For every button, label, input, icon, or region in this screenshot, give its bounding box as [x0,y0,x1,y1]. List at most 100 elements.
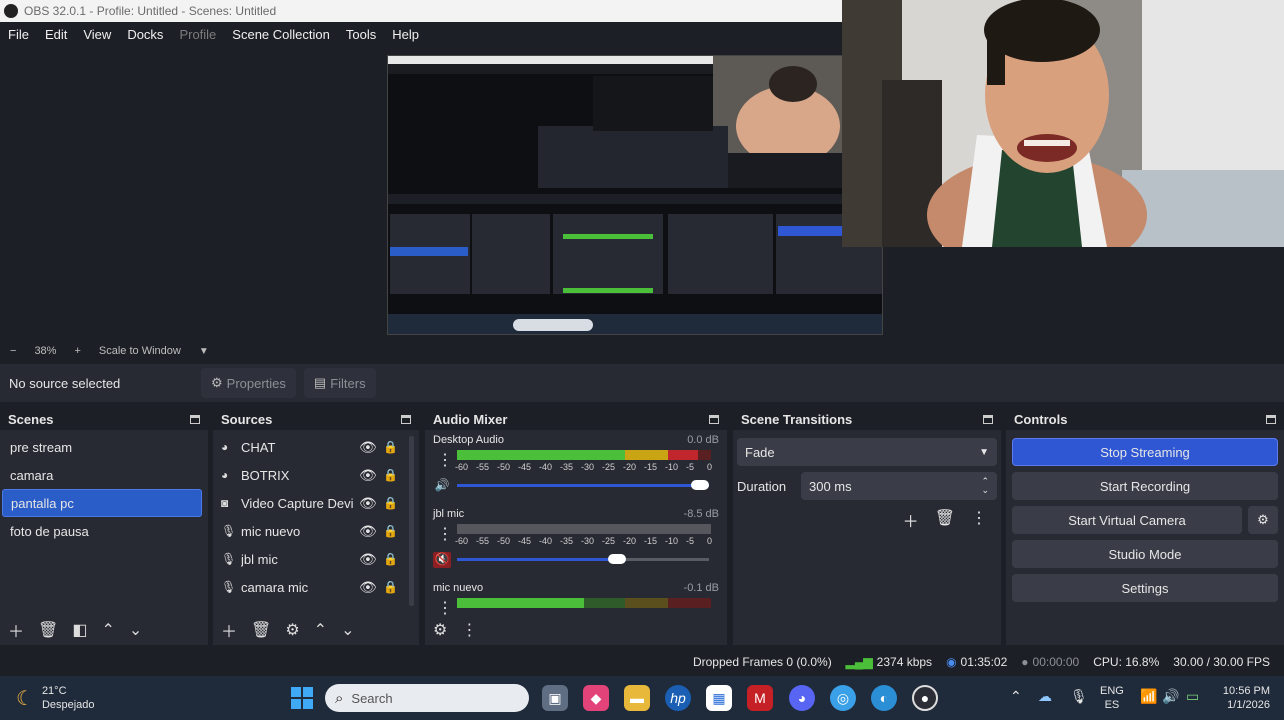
taskbar-search[interactable]: ⌕ Search [325,684,529,712]
source-item[interactable]: ◕ CHAT 👁 🔒 [213,433,419,461]
menu-tools[interactable]: Tools [346,27,376,42]
windows-start-icon[interactable] [289,685,315,711]
start-recording-button[interactable]: Start Recording [1012,472,1278,500]
menu-scene-collection[interactable]: Scene Collection [232,27,330,42]
volume-slider[interactable] [457,554,709,564]
preview-canvas[interactable] [387,55,883,335]
source-item[interactable]: 🎙 jbl mic 👁 🔒 [213,545,419,573]
undock-icon[interactable] [709,414,719,424]
stop-streaming-button[interactable]: Stop Streaming [1012,438,1278,466]
menu-docks[interactable]: Docks [127,27,163,42]
dropped-frames: Dropped Frames 0 (0.0%) [692,655,832,669]
source-properties-button[interactable]: ⚙ [285,620,299,640]
remove-scene-button[interactable]: 🗑 [38,620,58,640]
edge-icon[interactable]: ◐ [871,685,897,711]
move-scene-down-button[interactable]: ⌄ [129,620,142,640]
scene-item[interactable]: pre stream [0,433,208,461]
obs-taskbar-icon[interactable]: ● [912,685,938,711]
menu-file[interactable]: File [8,27,29,42]
file-explorer-icon[interactable]: ▬ [624,685,650,711]
lock-icon[interactable]: 🔒 [383,440,398,454]
filters-button[interactable]: ▤ Filters [303,368,376,398]
move-scene-up-button[interactable]: ⌃ [101,620,114,640]
menu-view[interactable]: View [83,27,111,42]
chrome-icon[interactable]: ◎ [830,685,856,711]
transition-select[interactable]: Fade ▼ [737,438,997,466]
lock-icon[interactable]: 🔒 [383,552,398,566]
scale-mode-dropdown[interactable]: ▼ [199,346,209,357]
menu-edit[interactable]: Edit [45,27,67,42]
source-item[interactable]: 🎙 camara mic 👁 🔒 [213,573,419,601]
move-source-up-button[interactable]: ⌃ [314,620,327,640]
zoom-in-button[interactable]: + [74,345,80,357]
controls-buttons: Stop Streaming Start Recording Start Vir… [1006,430,1284,602]
add-source-button[interactable]: ＋ [221,618,237,642]
channel-menu-icon[interactable]: ⋮ [437,524,453,544]
scale-tick: -5 [686,462,695,472]
discord-icon[interactable]: ◕ [789,685,815,711]
add-transition-button[interactable]: ＋ [903,508,919,532]
zoom-out-button[interactable]: − [10,345,16,357]
settings-button[interactable]: Settings [1012,574,1278,602]
duration-input[interactable]: 300 ms ⌃ ⌄ [801,472,997,500]
move-source-down-button[interactable]: ⌄ [341,620,354,640]
speaker-icon[interactable]: 🔊 [433,478,451,494]
transition-menu-button[interactable]: ⋮ [971,508,987,532]
task-view-icon[interactable]: ▣ [542,685,568,711]
remove-source-button[interactable]: 🗑 [251,620,271,640]
volume-slider-handle[interactable] [607,554,626,564]
undock-icon[interactable] [190,414,200,424]
visibility-eye-icon[interactable]: 👁 [359,579,377,596]
studio-mode-button[interactable]: Studio Mode [1012,540,1278,568]
source-item[interactable]: ◙ Video Capture Devi 👁 🔒 [213,489,419,517]
volume-slider[interactable] [457,480,709,490]
weather-widget[interactable]: ☾ 21°C Despejado [16,684,95,712]
scenes-dock: Scenes pre stream camara pantalla pc fot… [0,408,208,645]
undock-icon[interactable] [1266,414,1276,424]
hp-icon[interactable]: hp [665,685,691,711]
lock-icon[interactable]: 🔒 [383,524,398,538]
visibility-eye-icon[interactable]: 👁 [359,495,377,512]
clock[interactable]: 10:56 PM 1/1/2026 [1214,684,1270,712]
scene-item[interactable]: camara [0,461,208,489]
battery-icon[interactable]: ▭ [1186,688,1199,705]
volume-slider-handle[interactable] [691,480,709,490]
virtual-camera-settings-button[interactable]: ⚙ [1248,506,1278,534]
add-scene-button[interactable]: ＋ [8,618,24,642]
volume-icon[interactable]: 🔊 [1162,688,1179,705]
duration-label: Duration [737,478,787,494]
undock-icon[interactable] [983,414,993,424]
lock-icon[interactable]: 🔒 [383,496,398,510]
source-item[interactable]: ◕ BOTRIX 👁 🔒 [213,461,419,489]
visibility-eye-icon[interactable]: 👁 [359,551,377,568]
visibility-eye-icon[interactable]: 👁 [359,439,377,456]
source-item[interactable]: 🎙 mic nuevo 👁 🔒 [213,517,419,545]
undock-icon[interactable] [401,414,411,424]
copilot-icon[interactable]: ◆ [583,685,609,711]
sources-scrollbar[interactable] [409,436,414,606]
mcafee-icon[interactable]: M [747,685,773,711]
language-indicator[interactable]: ENG ES [1100,684,1124,712]
mixer-menu-icon[interactable]: ⋮ [461,620,477,640]
microphone-icon[interactable]: 🎙 [1070,688,1088,705]
wifi-icon[interactable]: 📶 [1140,688,1157,705]
menu-profile[interactable]: Profile [179,27,216,42]
tray-overflow-icon[interactable]: ⌃ [1010,688,1022,705]
channel-menu-icon[interactable]: ⋮ [437,450,453,470]
visibility-eye-icon[interactable]: 👁 [359,523,377,540]
onedrive-icon[interactable]: ☁ [1038,688,1052,705]
menu-help[interactable]: Help [392,27,419,42]
advanced-audio-icon[interactable]: ⚙ [433,620,447,640]
lock-icon[interactable]: 🔒 [383,468,398,482]
lock-icon[interactable]: 🔒 [383,580,398,594]
stepper-icon[interactable]: ⌃ ⌄ [981,477,989,495]
visibility-eye-icon[interactable]: 👁 [359,467,377,484]
muted-speaker-icon[interactable]: 🔇 [433,552,451,568]
remove-transition-button[interactable]: 🗑 [935,508,955,532]
scene-item[interactable]: foto de pausa [0,517,208,545]
scene-item-selected[interactable]: pantalla pc [2,489,202,517]
scene-filters-button[interactable]: ◧ [72,620,87,640]
properties-button[interactable]: ⚙ Properties [201,368,296,398]
store-icon[interactable]: ▦ [706,685,732,711]
start-virtual-camera-button[interactable]: Start Virtual Camera [1012,506,1242,534]
